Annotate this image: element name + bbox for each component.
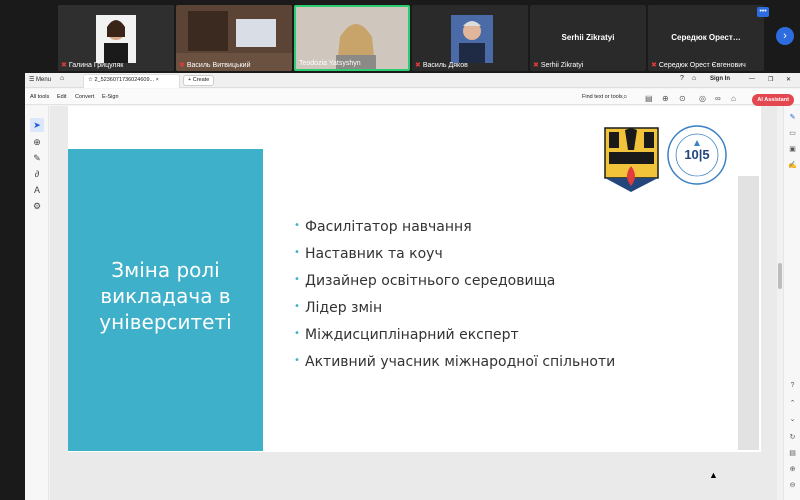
zoom-out-icon[interactable]: ⊖ [787,480,798,491]
bullet-item: Дизайнер освітнього середовища [294,273,615,300]
menu-button[interactable]: ☰ Menu [29,76,51,83]
participant-name: ✖ Середюк Орест Євгенович [651,61,746,70]
bullet-list: Фасилітатор навчання Наставник та коуч Д… [294,219,615,381]
help-icon[interactable]: ? [680,75,684,82]
participant-name: Teodozia Yatsyshyn [299,60,361,67]
acrobat-window: ☰ Menu ⌂ ☆ 2_5236071736024609... × + Cre… [25,73,800,500]
menu-convert[interactable]: Convert [75,94,94,100]
tool-rail: ➤ ⊕ ✎ ∂ A ⚙ [25,106,49,500]
participant-tile[interactable]: Serhii Zikratyi ✖ Serhii Zikratyi [530,5,646,71]
slide-title: Зміна ролі викладача в університеті [68,257,263,335]
scroll-thumb[interactable] [778,263,782,289]
mic-off-icon: ✖ [61,62,67,69]
participant-tile[interactable]: ✖ Василь Витвицький [176,5,292,71]
bullet-item: Міждисциплінарний експерт [294,327,615,354]
link-icon[interactable]: ∞ [715,94,721,103]
bullet-item: Фасилітатор навчання [294,219,615,246]
share-icon[interactable]: ⊙ [679,94,686,103]
home-icon[interactable]: ⌂ [60,75,64,82]
menu-edit[interactable]: Edit [57,94,66,100]
video-strip: ✖ Галина Грицуляк ✖ Василь Витвицький Teod… [0,0,800,73]
save-icon[interactable]: ▤ [787,448,798,459]
participant-tile-active[interactable]: Teodozia Yatsyshyn [294,5,410,71]
bullet-item: Лідер змін [294,300,615,327]
zoom-tool-icon[interactable]: ⊕ [30,135,44,149]
zoom-icon[interactable]: ⊕ [662,94,669,103]
title-bar: ☰ Menu ⌂ ☆ 2_5236071736024609... × + Cre… [25,73,800,88]
create-button[interactable]: + Create [183,75,215,86]
more-options-button[interactable]: ••• [757,7,769,17]
mic-off-icon: ✖ [651,62,657,69]
notifications-icon[interactable]: ⌂ [692,75,696,82]
lock-icon[interactable]: ⌂ [731,94,736,103]
pen-tool-icon[interactable]: ✎ [30,151,44,165]
close-icon[interactable]: ✕ [786,76,791,83]
stamp-tool-icon[interactable]: ⚙ [30,199,44,213]
bullet-item: Активний учасник міжнародної спільноти [294,354,615,381]
participant-name: ✖ Василь Витвицький [179,61,251,70]
page-down-icon[interactable]: ⌄ [787,414,798,425]
participant-name: ✖ Василь Дяков [415,61,468,70]
mic-off-icon: ✖ [533,62,539,69]
ai-assistant-button[interactable]: AI Assistant [752,94,794,106]
anniversary-logo: 10|5 [667,125,727,185]
find-field[interactable]: Find text or tools [582,94,623,100]
title-panel: Зміна ролі викладача в університеті [68,149,263,451]
participant-name: ✖ Галина Грицуляк [61,61,124,70]
slide-shadow-panel [738,176,759,450]
mic-off-icon: ✖ [179,62,185,69]
menu-bar: All tools Edit Convert E-Sign Find text … [25,89,800,106]
help-panel-icon[interactable]: ? [787,380,798,391]
select-tool-icon[interactable]: ➤ [30,118,44,132]
zoom-in-icon[interactable]: ⊕ [787,464,798,475]
slide-title-line: Зміна ролі [111,258,220,282]
logo-center-text: 10|5 [684,147,709,162]
comment-panel-icon[interactable]: ▭ [787,128,798,139]
university-logo [604,127,659,192]
page-up-icon[interactable]: ⌃ [787,398,798,409]
comment-icon[interactable]: ◎ [699,94,706,103]
participant-tile[interactable]: Середюк Орест… ✖ Середюк Орест Євгенович [648,5,764,71]
document-tab[interactable]: ☆ 2_5236071736024609... × [83,74,180,88]
participant-name: ✖ Serhii Zikratyi [533,61,584,70]
draw-tool-icon[interactable]: ∂ [30,167,44,181]
menu-all-tools[interactable]: All tools [30,94,49,100]
slide-page: Зміна ролі викладача в університеті 10|5… [68,106,761,452]
participant-tile[interactable]: ✖ Галина Грицуляк [58,5,174,71]
slide-title-line: університеті [99,310,232,334]
edit-pdf-icon[interactable]: ✎ [787,112,798,123]
right-tool-rail: ✎ ▭ ▣ ✍ ? ⌃ ⌄ ↻ ▤ ⊕ ⊖ [783,106,800,500]
maximize-icon[interactable]: ❐ [768,76,773,83]
mic-off-icon: ✖ [415,62,421,69]
next-page-button[interactable]: › [776,27,794,45]
print-icon[interactable]: ▤ [645,94,653,103]
organize-icon[interactable]: ▣ [787,144,798,155]
document-area: Зміна ролі викладача в університеті 10|5… [50,106,783,500]
participant-display-name: Середюк Орест… [671,33,741,42]
mouse-cursor-icon: ▲ [709,470,718,480]
minimize-icon[interactable]: — [749,76,755,82]
participant-tile[interactable]: ✖ Василь Дяков [412,5,528,71]
sign-in-button[interactable]: Sign In [710,76,730,82]
menu-esign[interactable]: E-Sign [102,94,119,100]
screen: ✖ Галина Грицуляк ✖ Василь Витвицький Teod… [0,0,800,500]
search-icon[interactable]: ⌕ [623,92,627,102]
refresh-icon[interactable]: ↻ [787,432,798,443]
fill-sign-icon[interactable]: ✍ [787,160,798,171]
slide-title-line: викладача в [100,284,231,308]
text-tool-icon[interactable]: A [30,183,44,197]
participant-display-name: Serhii Zikratyi [561,33,615,42]
bullet-item: Наставник та коуч [294,246,615,273]
